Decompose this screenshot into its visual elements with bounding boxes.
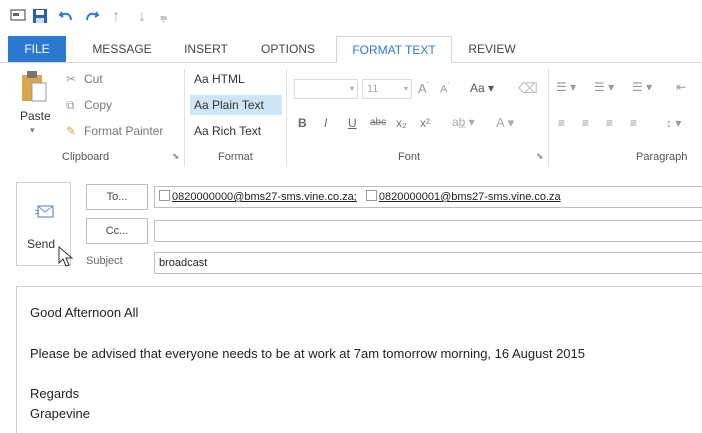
- redo-icon[interactable]: [84, 8, 100, 29]
- body-closing: Regards: [30, 386, 80, 401]
- strikethrough-button[interactable]: abc: [370, 117, 386, 128]
- decrease-indent-icon[interactable]: ⇤: [676, 80, 686, 94]
- bullets-icon[interactable]: ☰ ▾: [556, 80, 576, 94]
- superscript-button[interactable]: x²: [420, 116, 430, 130]
- ribbon-separator: [184, 69, 185, 167]
- copy-button[interactable]: Copy: [84, 98, 112, 112]
- send-label: Send: [27, 237, 56, 251]
- subject-label: Subject: [86, 255, 123, 267]
- format-rich-text-option[interactable]: Aa Rich Text: [190, 121, 282, 141]
- grow-font-icon[interactable]: Aˆ: [418, 81, 429, 96]
- message-icon[interactable]: [10, 8, 26, 27]
- up-arrow-icon[interactable]: ↑: [112, 8, 120, 26]
- to-recipient[interactable]: 0820000000@bms27-sms.vine.co.za;: [172, 191, 357, 203]
- shrink-font-icon[interactable]: Aˇ: [440, 83, 450, 96]
- mouse-cursor-icon: [58, 245, 74, 273]
- clear-formatting-icon[interactable]: ⌫: [518, 80, 538, 97]
- cc-button[interactable]: Cc...: [86, 218, 148, 244]
- highlight-icon[interactable]: ab̲ ▾: [452, 115, 475, 129]
- justify-icon[interactable]: ≡: [630, 116, 637, 130]
- subject-field[interactable]: broadcast: [154, 252, 702, 274]
- align-center-icon[interactable]: ≡: [582, 116, 589, 130]
- cc-field[interactable]: [154, 220, 702, 242]
- tab-message[interactable]: MESSAGE: [84, 36, 160, 62]
- recipient-icon: [365, 190, 377, 201]
- subscript-button[interactable]: x₂: [396, 116, 407, 130]
- font-group-label: Font: [398, 151, 421, 163]
- font-launcher-icon[interactable]: ⬊: [536, 151, 544, 162]
- font-size-dropdown[interactable]: 11 ▾: [362, 79, 412, 99]
- format-painter-button[interactable]: Format Painter: [84, 124, 163, 138]
- quick-access-toolbar: ↑ ↓ ⩦: [0, 0, 702, 36]
- numbering-icon[interactable]: ☰ ▾: [594, 80, 614, 94]
- underline-button[interactable]: U: [348, 116, 357, 130]
- save-icon[interactable]: [32, 8, 48, 29]
- tab-review[interactable]: REVIEW: [460, 36, 524, 62]
- to-recipient[interactable]: 0820000001@bms27-sms.vine.co.za: [379, 191, 561, 203]
- undo-icon[interactable]: [58, 8, 74, 29]
- paste-button[interactable]: Paste: [20, 109, 51, 123]
- tab-file[interactable]: FILE: [8, 36, 66, 62]
- paste-icon[interactable]: [20, 69, 48, 108]
- format-group-label: Format: [218, 151, 253, 163]
- paragraph-group-label: Paragraph: [636, 151, 688, 163]
- send-icon: [35, 205, 55, 224]
- cut-button[interactable]: Cut: [84, 72, 103, 86]
- body-message: Please be advised that everyone needs to…: [30, 346, 586, 361]
- format-plain-text-option[interactable]: Aa Plain Text: [190, 95, 282, 115]
- align-left-icon[interactable]: ≡: [558, 116, 565, 130]
- font-name-dropdown[interactable]: ▾: [294, 79, 358, 99]
- ribbon-separator: [286, 69, 287, 167]
- align-right-icon[interactable]: ≡: [606, 116, 613, 130]
- ribbon-tabs: FILE MESSAGE INSERT OPTIONS FORMAT TEXT …: [0, 36, 702, 64]
- ribbon: Paste ▾ ✂ Cut ⧉ Copy ✎ Format Painter Cl…: [0, 63, 702, 174]
- recipient-icon: [159, 190, 170, 201]
- to-field[interactable]: 0820000000@bms27-sms.vine.co.za; 0820000…: [154, 186, 702, 208]
- tab-options[interactable]: OPTIONS: [250, 36, 326, 62]
- body-signature: Grapevine: [30, 406, 90, 421]
- tab-insert[interactable]: INSERT: [176, 36, 236, 62]
- tab-format-text[interactable]: FORMAT TEXT: [336, 36, 452, 64]
- change-case-button[interactable]: Aa ▾: [470, 81, 494, 95]
- font-size-value: 11: [367, 83, 379, 95]
- clipboard-launcher-icon[interactable]: ⬊: [172, 151, 180, 162]
- change-case-label: Aa: [470, 81, 485, 95]
- cut-icon: ✂: [66, 72, 77, 86]
- format-painter-icon: ✎: [66, 124, 77, 138]
- bold-button[interactable]: B: [298, 116, 307, 130]
- multilevel-list-icon[interactable]: ☰ ▾: [632, 80, 652, 94]
- clipboard-group-label: Clipboard: [62, 151, 110, 163]
- ribbon-separator: [548, 69, 549, 167]
- paste-dropdown-icon[interactable]: ▾: [30, 125, 35, 136]
- format-html-option[interactable]: Aa HTML: [190, 69, 282, 89]
- font-color-label: A: [496, 115, 504, 130]
- body-greeting: Good Afternoon All: [30, 305, 139, 320]
- down-arrow-icon[interactable]: ↓: [138, 8, 146, 26]
- font-color-button[interactable]: A ▾: [496, 115, 514, 131]
- copy-icon: ⧉: [66, 98, 75, 112]
- to-button[interactable]: To...: [86, 184, 148, 210]
- customize-icon[interactable]: ⩦: [160, 8, 167, 26]
- line-spacing-icon[interactable]: ↕ ▾: [666, 116, 681, 130]
- italic-button[interactable]: I: [324, 116, 327, 130]
